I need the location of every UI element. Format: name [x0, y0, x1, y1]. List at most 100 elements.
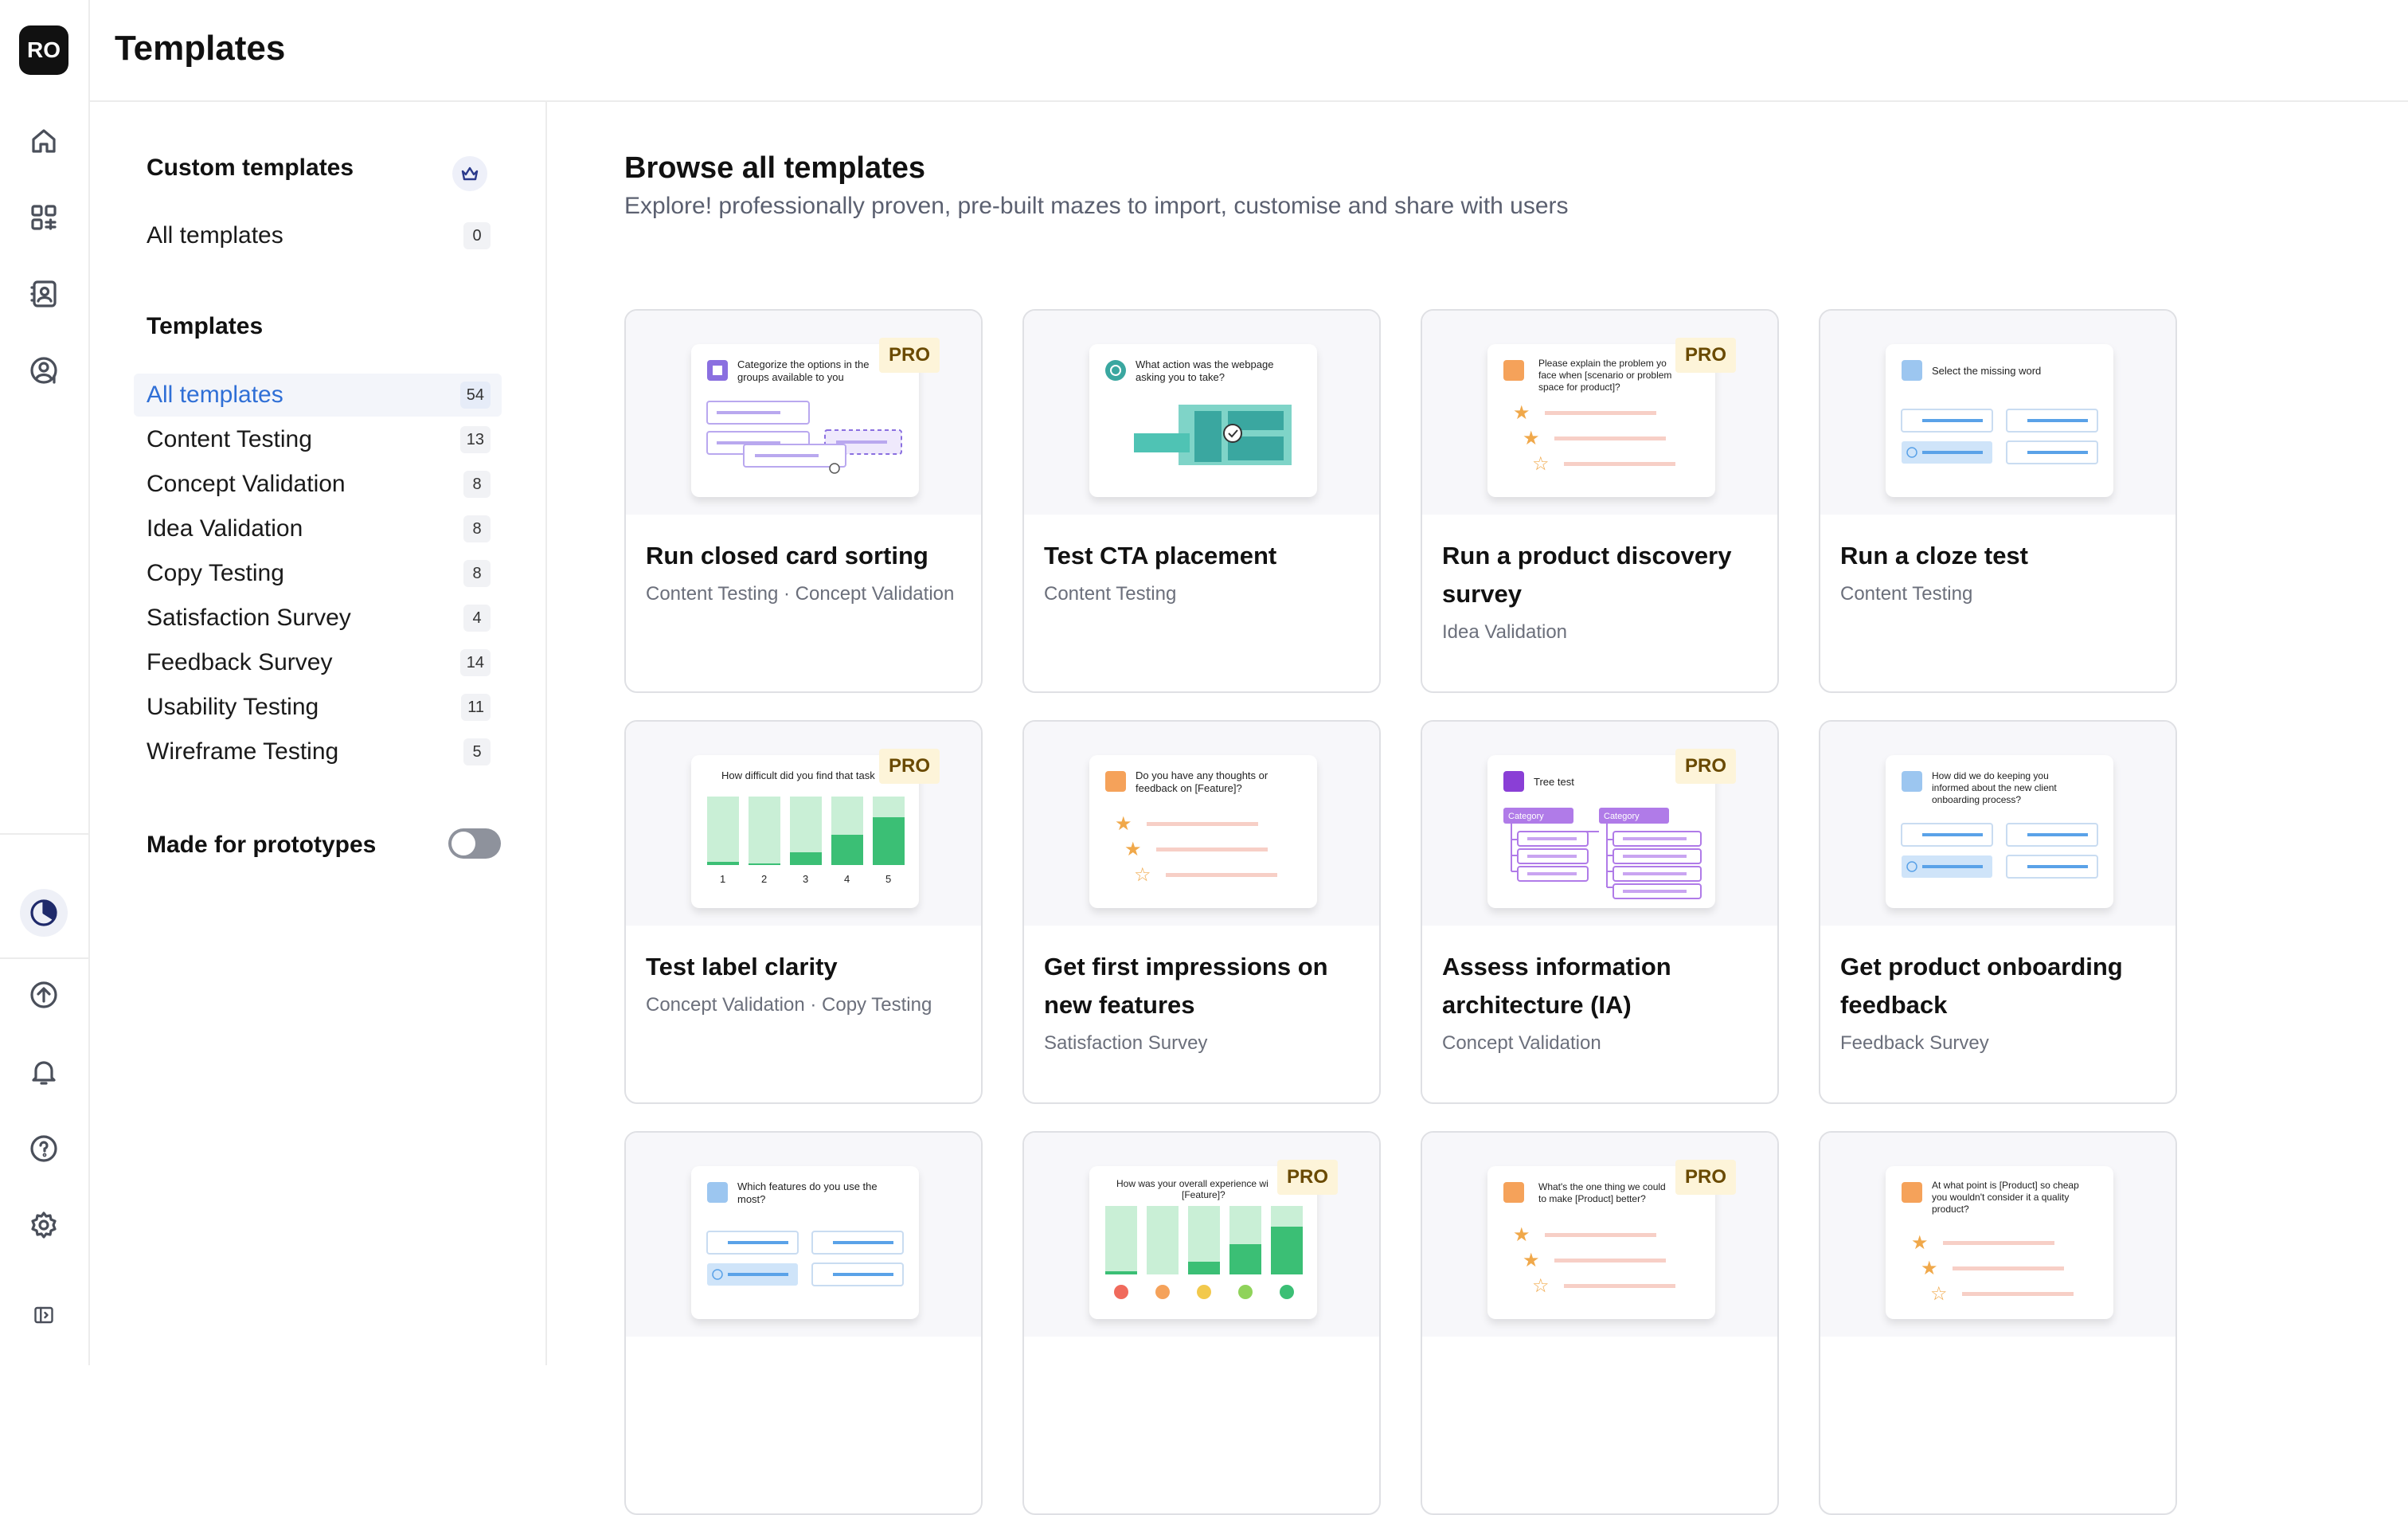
thumb-text: How did we do keeping you	[1932, 770, 2049, 781]
filter-all-templates[interactable]: All templates 54	[134, 374, 502, 417]
thumb-text: product?	[1932, 1204, 1969, 1215]
left-rail: RO	[0, 0, 90, 1365]
star-icon: ★	[1911, 1232, 1929, 1254]
template-card-cloze-test[interactable]: Select the missing word Run a cloze test…	[1819, 309, 2177, 693]
filter-label: Satisfaction Survey	[147, 605, 351, 631]
thumb-text: How difficult did you find that task	[721, 769, 875, 781]
filter-count: 13	[459, 426, 491, 453]
pro-badge: PRO	[1276, 1160, 1338, 1195]
filter-concept-validation[interactable]: Concept Validation 8	[134, 463, 502, 506]
filter-satisfaction-survey[interactable]: Satisfaction Survey 4	[134, 597, 502, 640]
template-card-feature-usage[interactable]: Which features do you use the most?	[624, 1131, 983, 1515]
filter-feedback-survey[interactable]: Feedback Survey 14	[134, 641, 502, 684]
card-thumbnail: Select the missing word	[1820, 311, 2175, 515]
filter-copy-testing[interactable]: Copy Testing 8	[134, 552, 502, 595]
card-thumbnail: What action was the webpage asking you t…	[1024, 311, 1379, 515]
filter-usability-testing[interactable]: Usability Testing 11	[134, 686, 502, 729]
template-card-closed-card-sorting[interactable]: Categorize the options in the groups ava…	[624, 309, 983, 693]
filter-count: 54	[459, 382, 491, 409]
collapse-sidebar-button[interactable]	[20, 1291, 68, 1339]
card-title: Run a product discovery survey	[1442, 542, 1732, 608]
star-icon: ★	[1513, 402, 1530, 424]
contacts-button[interactable]	[20, 270, 68, 318]
thumb-text: Which features do you use the	[737, 1180, 878, 1192]
thumb-text: you wouldn't consider it a quality	[1932, 1192, 2069, 1203]
choice-illustration: How did we do keeping you informed about…	[1901, 770, 2098, 879]
home-button[interactable]	[20, 117, 68, 165]
thumb-text: most?	[737, 1193, 765, 1205]
thumb-text: Tree test	[1534, 776, 1574, 788]
filter-count: 8	[463, 471, 491, 498]
made-for-prototypes-toggle[interactable]	[448, 828, 501, 859]
page-title: Templates	[115, 29, 286, 68]
star-outline-icon: ☆	[1532, 1275, 1550, 1297]
template-card-information-architecture[interactable]: Tree test Category Category PRO Assess i…	[1421, 720, 1779, 1104]
star-outline-icon: ☆	[1532, 453, 1550, 475]
template-card-test-cta-placement[interactable]: What action was the webpage asking you t…	[1022, 309, 1381, 693]
filter-content-testing[interactable]: Content Testing 13	[134, 418, 502, 461]
upgrade-button[interactable]	[20, 971, 68, 1019]
filter-count: 5	[463, 738, 491, 765]
filter-label: Concept Validation	[147, 471, 346, 497]
filter-idea-validation[interactable]: Idea Validation 8	[134, 507, 502, 550]
card-tags: Idea Validation	[1442, 621, 1568, 643]
filter-label: Feedback Survey	[147, 649, 333, 675]
card-thumbnail: How was your overall experience wi [Feat…	[1024, 1133, 1379, 1337]
help-button[interactable]	[20, 1125, 68, 1172]
card-title: Get first impressions on new features	[1044, 953, 1328, 1019]
gear-icon	[31, 1212, 57, 1239]
help-icon	[30, 1135, 57, 1162]
template-card-overall-experience[interactable]: How was your overall experience wi [Feat…	[1022, 1131, 1381, 1515]
star-icon: ★	[1921, 1258, 1938, 1279]
card-thumbnail: Which features do you use the most?	[626, 1133, 981, 1337]
filter-count: 8	[463, 515, 491, 542]
bell-icon	[32, 1061, 56, 1085]
card-thumbnail: How difficult did you find that task 1 2…	[626, 722, 981, 926]
apps-button[interactable]	[20, 194, 68, 241]
filter-label: Usability Testing	[147, 694, 319, 720]
filter-label: Wireframe Testing	[147, 738, 339, 765]
workspace-avatar[interactable]: RO	[19, 25, 68, 75]
template-card-first-impressions[interactable]: Do you have any thoughts or feedback on …	[1022, 720, 1381, 1104]
cloze-illustration: Select the missing word	[1901, 360, 2098, 464]
custom-filter-all-templates[interactable]: All templates 0	[134, 214, 502, 257]
card-thumbnail: How did we do keeping you informed about…	[1820, 722, 2175, 926]
card-thumbnail: At what point is [Product] so cheap you …	[1820, 1133, 2175, 1337]
filter-count: 8	[463, 560, 491, 587]
pro-badge: PRO	[1675, 1160, 1736, 1195]
thumb-text: Categorize the options in the	[737, 358, 870, 370]
notifications-button[interactable]	[20, 1048, 68, 1096]
template-card-product-discovery-survey[interactable]: Please explain the problem yo face when …	[1421, 309, 1779, 693]
thumb-text: How was your overall experience wi	[1116, 1178, 1268, 1189]
category-label: Category	[1508, 812, 1544, 821]
thumb-text: At what point is [Product] so cheap	[1932, 1180, 2079, 1191]
filter-wireframe-testing[interactable]: Wireframe Testing 5	[134, 730, 502, 773]
participants-button[interactable]	[20, 346, 68, 394]
card-tags: Content Testing · Concept Validation	[646, 583, 955, 605]
pro-badge: PRO	[1675, 749, 1736, 784]
made-for-prototypes-label: Made for prototypes	[147, 832, 377, 858]
card-thumbnail: Categorize the options in the groups ava…	[626, 311, 981, 515]
sidebar-toggle-icon	[34, 1306, 53, 1324]
template-card-test-label-clarity[interactable]: How difficult did you find that task 1 2…	[624, 720, 983, 1104]
thumb-text: to make [Product] better?	[1538, 1193, 1646, 1204]
card-tags: Satisfaction Survey	[1044, 1032, 1208, 1054]
card-tags: Content Testing	[1044, 583, 1177, 605]
clock-chart-icon	[30, 899, 57, 926]
analytics-button[interactable]	[20, 889, 68, 937]
crown-badge	[452, 156, 487, 191]
card-title: Run a cloze test	[1840, 542, 2028, 570]
user-money-icon	[30, 357, 57, 384]
filter-label: Copy Testing	[147, 560, 284, 586]
thumb-text: What action was the webpage	[1136, 358, 1273, 370]
axis-label: 2	[761, 873, 767, 885]
filter-label: Idea Validation	[147, 515, 303, 542]
star-icon: ★	[1513, 1224, 1530, 1246]
contacts-icon	[30, 280, 57, 307]
settings-button[interactable]	[20, 1201, 68, 1249]
rating-illustration: Do you have any thoughts or feedback on …	[1105, 769, 1277, 886]
template-card-price-sensitivity[interactable]: At what point is [Product] so cheap you …	[1819, 1131, 2177, 1515]
template-card-onboarding-feedback[interactable]: How did we do keeping you informed about…	[1819, 720, 2177, 1104]
template-card-improve-product[interactable]: What's the one thing we could to make [P…	[1421, 1131, 1779, 1515]
card-tags: Concept Validation · Copy Testing	[646, 994, 932, 1016]
